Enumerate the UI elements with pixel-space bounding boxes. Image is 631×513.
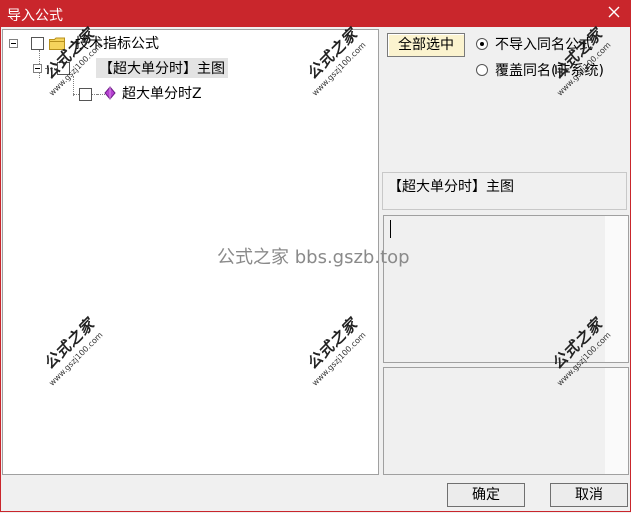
checkbox-root[interactable] bbox=[31, 37, 44, 50]
tree-node-root-label[interactable]: 技术指标公式 bbox=[75, 33, 159, 53]
select-all-button[interactable]: 全部选中 bbox=[387, 33, 465, 57]
gem-icon bbox=[104, 86, 116, 100]
window-title: 导入公式 bbox=[7, 8, 63, 24]
ok-button[interactable]: 确定 bbox=[447, 483, 525, 507]
tree-expander-group[interactable] bbox=[33, 64, 42, 73]
checkbox-leaf[interactable] bbox=[79, 88, 92, 101]
formula-notes-area[interactable] bbox=[383, 367, 629, 475]
checkbox-group[interactable] bbox=[57, 62, 70, 75]
radio-overwrite-label[interactable]: 覆盖同名(非系统) bbox=[495, 60, 604, 80]
radio-overwrite-duplicates[interactable] bbox=[476, 64, 488, 76]
tree-connector bbox=[73, 76, 74, 96]
radio-skip-duplicates-label[interactable]: 不导入同名公式 bbox=[495, 34, 593, 54]
notes-scrollbar[interactable] bbox=[605, 368, 628, 474]
formula-description-area[interactable] bbox=[383, 215, 629, 363]
close-icon[interactable] bbox=[605, 3, 623, 21]
radio-skip-duplicates[interactable] bbox=[476, 38, 488, 50]
tree-node-leaf-label[interactable]: 超大单分时Z bbox=[122, 83, 202, 103]
folder-icon bbox=[49, 37, 65, 50]
tree-node-group-label[interactable]: 【超大单分时】主图 bbox=[96, 58, 228, 78]
title-bar: 导入公式 bbox=[0, 0, 631, 27]
description-scrollbar[interactable] bbox=[605, 216, 628, 362]
cancel-button[interactable]: 取消 bbox=[550, 483, 628, 507]
tree-expander-root[interactable] bbox=[9, 39, 18, 48]
text-caret bbox=[390, 220, 391, 238]
center-watermark: 公式之家 bbs.gszb.top bbox=[217, 247, 410, 268]
tree-connector bbox=[45, 68, 57, 69]
formula-name-text: 【超大单分时】主图 bbox=[388, 179, 514, 195]
